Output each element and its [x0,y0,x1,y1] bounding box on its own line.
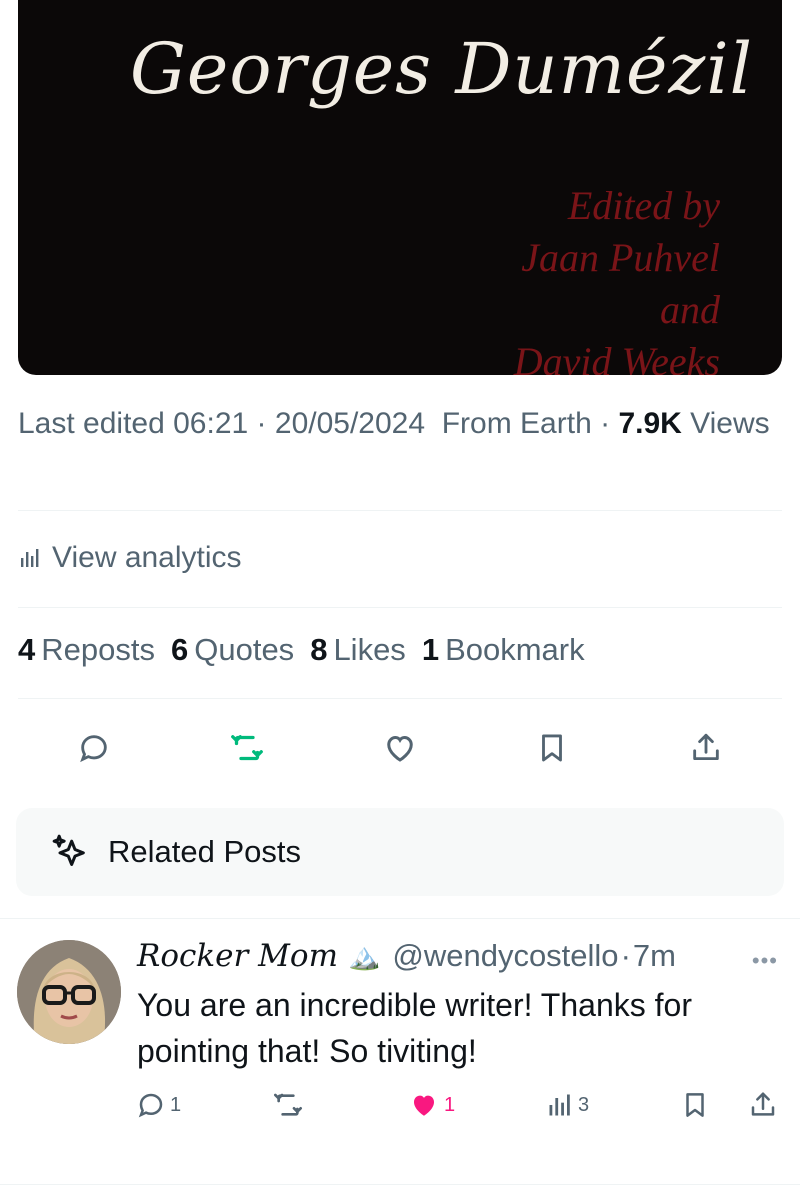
post-date[interactable]: 20/05/2024 [275,407,425,440]
cover-editors-line: Jaan Puhvel [521,235,720,280]
meta-separator: · [620,938,631,973]
reply-repost-button[interactable] [272,1086,308,1124]
stat-label: Likes [333,632,406,667]
divider [18,698,782,699]
stat-label: Quotes [194,632,295,667]
reply-reply-button[interactable]: 1 [136,1086,181,1124]
cover-editors-line: Edited by [567,183,720,228]
stat-reposts[interactable]: 4 Reposts [18,632,155,668]
stat-count: 8 [310,632,328,667]
reply-icon [138,1093,163,1118]
reply-bookmark-button[interactable] [680,1086,710,1124]
sparkle-icon [52,834,85,866]
last-edited-label[interactable]: Last edited [18,407,165,440]
bookmark-button[interactable] [530,726,574,770]
related-posts-button[interactable]: Related Posts [16,808,784,896]
repost-button[interactable] [225,726,269,770]
reply-icon [80,735,107,763]
reply-header: Rocker Mom 🏔️ @wendycostello · 7m [137,938,676,974]
view-analytics-label: View analytics [52,541,242,574]
cover-editors: Edited by Jaan Puhvel and David Weeks [460,180,720,375]
post-meta: Last edited 06:21 · 20/05/2024 From Eart… [18,404,788,444]
views-count: 7.9K [618,407,682,440]
mountain-icon: 🏔️ [347,940,381,971]
stat-count: 1 [421,632,440,667]
liked-heart-icon [414,1095,434,1116]
cover-editors-line: David Weeks [513,339,720,375]
reply-display-name[interactable]: Rocker Mom [137,938,338,974]
reply-time[interactable]: 7m [633,938,676,974]
repost-icon [231,735,263,761]
engagement-stats: 4 Reposts 6 Quotes 8 Likes 1 Bookmark [18,632,585,668]
share-icon [751,1092,775,1116]
cover-author-title: Georges Dumézil [130,28,754,110]
reply-text: You are an incredible writer! Thanks for… [137,987,692,1069]
reply-share-button[interactable] [748,1086,778,1124]
like-icon [387,735,413,762]
reply-action-bar: 1 1 3 [0,1086,800,1124]
reply-like-button[interactable]: 1 [408,1086,455,1124]
stat-bookmarks[interactable]: 1 Bookmark [422,632,585,668]
analytics-icon [21,549,39,567]
reply-count: 1 [170,1093,182,1116]
view-count: 3 [578,1093,590,1116]
like-count: 1 [444,1093,456,1116]
related-posts-label: Related Posts [108,834,301,869]
stat-likes[interactable]: 8 Likes [310,632,406,668]
stat-count: 6 [170,632,189,667]
like-button[interactable] [378,726,422,770]
post-action-bar [0,720,800,772]
avatar[interactable] [17,940,121,1044]
repost-icon [274,1093,302,1116]
divider [0,1184,800,1185]
reply-button[interactable] [72,726,116,770]
meta-separator: · [256,407,267,440]
view-analytics-button[interactable]: View analytics [18,536,242,580]
share-button[interactable] [684,726,728,770]
post-media-image[interactable]: Georges Dumézil Edited by Jaan Puhvel an… [18,0,782,375]
divider [18,607,782,608]
stat-count: 4 [18,632,36,667]
stat-label: Bookmark [445,632,585,667]
divider [18,510,782,511]
post-time[interactable]: 06:21 [173,407,248,440]
post-location: From Earth [441,407,592,440]
avatar-image [17,940,121,1044]
meta-separator: · [600,407,611,440]
analytics-icon [549,1094,570,1116]
views-label: Views [690,407,770,440]
bookmark-icon [542,734,562,762]
stat-label: Reposts [41,632,155,667]
share-icon [693,733,719,761]
cover-editors-line: and [660,287,720,332]
reply-views-button[interactable]: 3 [546,1086,589,1124]
reply-handle[interactable]: @wendycostello [392,938,618,974]
bookmark-icon [686,1093,704,1117]
stat-quotes[interactable]: 6 Quotes [171,632,294,668]
divider [0,918,800,919]
more-options-icon[interactable]: ••• [752,948,778,974]
